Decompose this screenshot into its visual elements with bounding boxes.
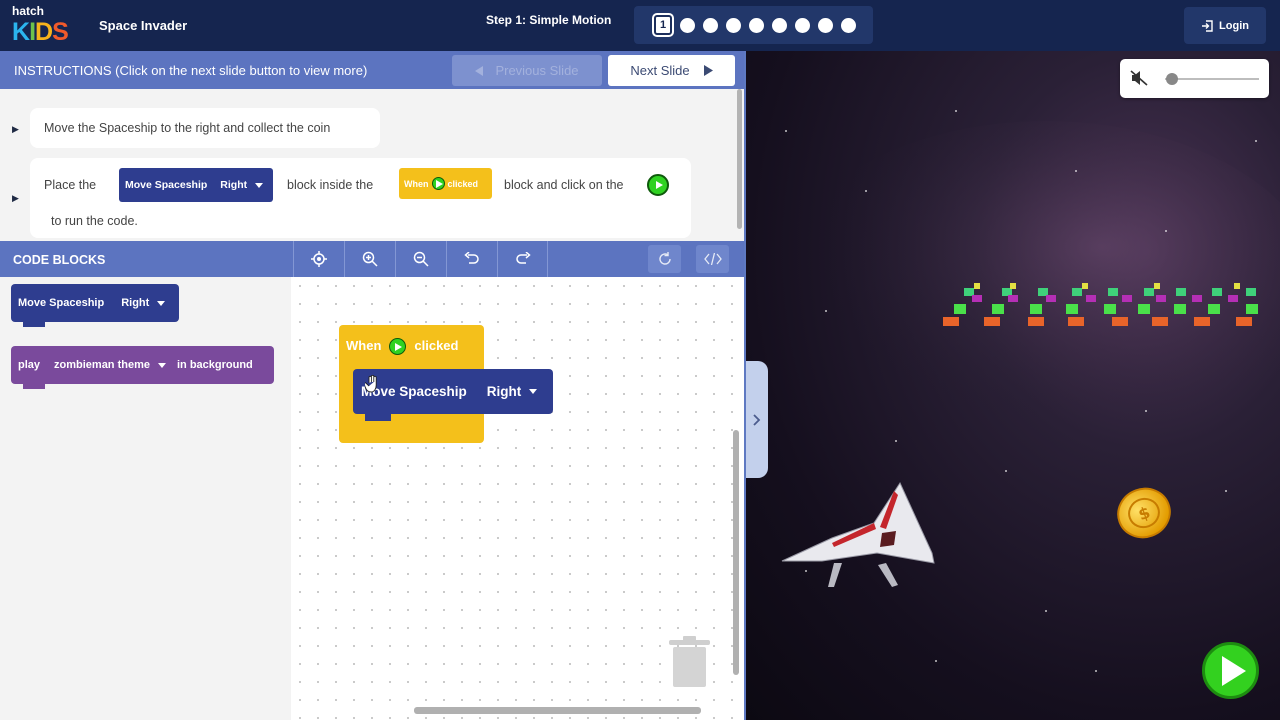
hatch-kids-logo[interactable]: hatch KIDS <box>12 4 76 46</box>
palette-sound-name[interactable]: zombieman theme <box>54 359 150 371</box>
step-title: Step 1: Simple Motion <box>486 13 612 27</box>
volume-slider-track[interactable] <box>1165 78 1259 80</box>
chevron-down-icon <box>255 182 264 188</box>
palette-play-sound-block[interactable]: play zombieman theme in background <box>11 346 274 389</box>
workspace-move-spaceship-block[interactable]: Move Spaceship Right <box>353 369 553 421</box>
chevron-down-icon <box>529 389 538 394</box>
instruction-item-1: Move the Spaceship to the right and coll… <box>30 108 380 148</box>
coin: $ <box>1117 487 1171 539</box>
stage-collapse-handle[interactable] <box>746 361 768 478</box>
zoom-out-icon <box>413 251 429 267</box>
zoom-in-icon <box>362 251 378 267</box>
app-title: Space Invader <box>99 18 188 33</box>
trash-can-icon[interactable] <box>669 636 710 688</box>
step-5-dot[interactable] <box>749 17 764 33</box>
chevron-down-icon <box>157 362 166 368</box>
code-icon <box>703 253 722 265</box>
step-3-dot[interactable] <box>703 17 718 33</box>
login-button[interactable]: Login <box>1184 7 1266 44</box>
logo-kids-text: KIDS <box>12 18 69 46</box>
next-slide-button[interactable]: Next Slide <box>608 55 735 86</box>
step-2-dot[interactable] <box>680 17 695 33</box>
previous-slide-button[interactable]: Previous Slide <box>452 55 602 86</box>
instructions-area: ▶ Move the Spaceship to the right and co… <box>0 89 744 241</box>
mute-icon[interactable] <box>1130 70 1148 86</box>
instruction-text-run: to run the code. <box>51 214 138 228</box>
palette-play-suffix: in background <box>176 359 253 371</box>
redo-icon <box>515 252 531 264</box>
hand-cursor-icon <box>365 375 377 393</box>
redo-button[interactable] <box>497 241 548 277</box>
refresh-icon <box>658 252 671 265</box>
bullet-arrow-icon: ▶ <box>12 124 19 134</box>
undo-button[interactable] <box>446 241 497 277</box>
zoom-in-button[interactable] <box>344 241 395 277</box>
triangle-left-icon <box>475 65 484 76</box>
step-7-dot[interactable] <box>795 17 810 33</box>
next-slide-label: Next Slide <box>630 63 690 78</box>
step-4-dot[interactable] <box>726 17 741 33</box>
login-icon <box>1202 19 1213 32</box>
recenter-button[interactable] <box>293 241 344 277</box>
workspace-vertical-scrollbar[interactable] <box>733 430 739 675</box>
step-9-dot[interactable] <box>841 17 856 33</box>
block-palette: Move Spaceship Right play zombieman them… <box>0 277 291 720</box>
palette-move-direction[interactable]: Right <box>121 297 149 309</box>
step-6-dot[interactable] <box>772 17 787 33</box>
workspace-move-direction[interactable]: Right <box>487 384 522 399</box>
undo-icon <box>464 252 479 264</box>
code-blocks-bar: CODE BLOCKS <box>0 241 744 277</box>
step-navigator: 1 <box>634 6 873 44</box>
workspace-horizontal-scrollbar[interactable] <box>414 707 701 714</box>
inline-move-spaceship-block: Move Spaceship Right <box>119 168 273 202</box>
chevron-right-icon <box>753 413 761 426</box>
code-blocks-title: CODE BLOCKS <box>13 253 106 267</box>
instruction-text-click: block and click on the <box>504 178 624 192</box>
game-stage[interactable]: $ <box>746 51 1280 720</box>
instruction-item-2: Place the Move Spaceship Right block ins… <box>30 158 691 238</box>
volume-slider-knob[interactable] <box>1166 73 1178 85</box>
palette-move-spaceship-block[interactable]: Move Spaceship Right <box>11 284 179 327</box>
triangle-right-icon <box>703 65 713 76</box>
instruction-text-inside: block inside the <box>287 178 374 192</box>
palette-move-label: Move Spaceship <box>18 297 105 309</box>
instructions-bar: INSTRUCTIONS (Click on the next slide bu… <box>0 51 744 89</box>
when-label: When <box>346 338 382 353</box>
reset-button[interactable] <box>648 245 681 273</box>
step-8-dot[interactable] <box>818 17 833 33</box>
green-flag-icon <box>389 338 407 355</box>
view-code-button[interactable] <box>696 245 729 273</box>
logo-hatch-text: hatch <box>12 4 45 18</box>
login-label: Login <box>1219 19 1249 32</box>
crosshair-icon <box>311 251 327 267</box>
instructions-scrollbar[interactable] <box>737 89 742 229</box>
top-bar: hatch KIDS Space Invader Step 1: Simple … <box>0 0 1280 51</box>
instruction-text-place: Place the <box>44 178 97 192</box>
spaceship <box>781 481 935 587</box>
clicked-label: clicked <box>414 338 459 353</box>
bullet-arrow-icon: ▶ <box>12 193 19 203</box>
step-1-indicator[interactable]: 1 <box>654 15 672 35</box>
green-flag-icon <box>431 177 445 190</box>
instructions-title: INSTRUCTIONS (Click on the next slide bu… <box>14 63 368 78</box>
editor-panel: INSTRUCTIONS (Click on the next slide bu… <box>0 51 746 720</box>
inline-when-clicked-block: When clicked <box>399 168 492 199</box>
run-button[interactable] <box>1202 642 1259 699</box>
chevron-down-icon <box>157 300 166 306</box>
palette-play-label: play <box>18 359 41 371</box>
run-code-icon <box>647 174 669 196</box>
stage-scene: $ <box>766 110 1280 672</box>
previous-slide-label: Previous Slide <box>495 63 579 78</box>
instruction-item-1-text: Move the Spaceship to the right and coll… <box>44 121 331 135</box>
zoom-out-button[interactable] <box>395 241 446 277</box>
